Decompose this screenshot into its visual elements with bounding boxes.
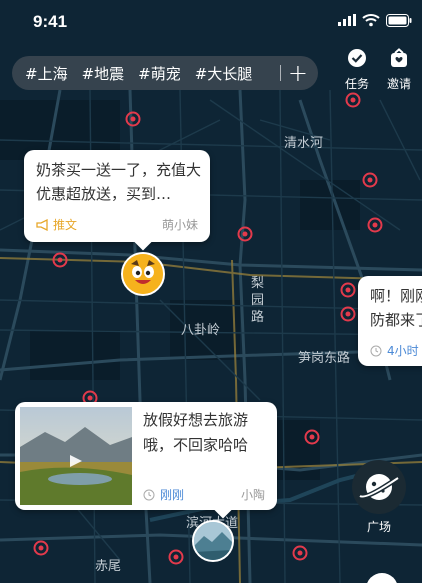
travel-post-time-label: 刚刚 [160, 488, 185, 502]
topic-tag-pets[interactable]: #萌宠 [138, 63, 181, 84]
map-label-buxiong-road: 笋岗东路 [298, 350, 350, 366]
travel-post-line-2: 哦，不回家哈哈 [143, 436, 249, 454]
post-card-type: 推文 [36, 216, 77, 233]
travel-photo[interactable] [20, 407, 132, 505]
task-check-icon [348, 49, 366, 67]
topic-bar: #上海 #地震 #萌宠 #大长腿 + [12, 56, 318, 90]
add-topic-button[interactable]: + [288, 58, 308, 88]
post-card-text: 奶茶买一送一了，充值大优惠超放送，买到… [36, 161, 202, 203]
topic-divider [280, 65, 281, 81]
travel-post-card[interactable]: 放假好想去旅游 哦，不回家哈哈 刚刚 小陶 [15, 402, 277, 519]
task-label: 任务 [344, 77, 369, 91]
signal-icon [338, 14, 356, 26]
map-label-liyuan-road: 梨 园 路 [251, 276, 264, 325]
svg-text:梨: 梨 [251, 276, 264, 291]
invite-button[interactable]: 邀请 [383, 48, 415, 92]
travel-post-author: 小陶 [240, 488, 265, 502]
plaza-button[interactable] [352, 460, 406, 514]
status-card-line-2: 防都来了 [370, 311, 422, 329]
status-card-text: 啊！刚刚 防都来了 [370, 284, 422, 332]
landscape-avatar-image [194, 522, 232, 560]
invite-label: 邀请 [386, 77, 411, 91]
task-button[interactable]: 任务 [341, 48, 373, 92]
status-card-time-label: 4小时 [387, 344, 419, 358]
status-card-line-1: 啊！刚刚 [370, 287, 422, 305]
travel-post-text: 放假好想去旅游 哦，不回家哈哈 [143, 408, 267, 458]
status-card[interactable]: 啊！刚刚 防都来了 4小时 [358, 276, 422, 366]
status-bar: 9:41 [0, 0, 422, 44]
clock-icon [370, 345, 382, 356]
invite-gift-icon [391, 48, 407, 67]
wifi-icon [362, 14, 380, 27]
topic-tag-shanghai[interactable]: #上海 [25, 63, 68, 84]
map-label-qingshuihe: 清水河 [284, 136, 323, 151]
post-card-author: 萌小妹 [161, 218, 198, 232]
topic-tag-long-legs[interactable]: #大长腿 [195, 63, 253, 84]
megaphone-icon [36, 218, 48, 231]
cartoon-mascot-icon [123, 254, 163, 294]
battery-icon [386, 13, 412, 27]
user-avatar-landscape[interactable] [192, 520, 234, 562]
map-screen: 清水河 八卦岭 笋岗东路 滨河大道 赤尾 梨 园 路 9:41 [0, 0, 422, 583]
svg-text:路: 路 [251, 309, 264, 325]
svg-text:园: 园 [251, 293, 264, 308]
status-card-time: 4小时 [370, 342, 419, 359]
travel-post-line-1: 放假好想去旅游 [143, 411, 249, 429]
map-label-baguanling: 八卦岭 [181, 323, 220, 338]
status-time: 9:41 [33, 12, 68, 31]
post-card[interactable]: 奶茶买一送一了，充值大优惠超放送，买到… 推文 萌小妹 [24, 150, 210, 251]
topic-tag-earthquake[interactable]: #地震 [82, 63, 125, 84]
clock-icon [143, 489, 155, 500]
post-card-type-label: 推文 [53, 218, 78, 232]
travel-post-time: 刚刚 [143, 486, 184, 503]
map-label-chiwei: 赤尾 [95, 559, 121, 574]
user-avatar-cartoon[interactable] [121, 252, 165, 296]
plaza-label: 广场 [366, 520, 391, 534]
planet-icon [358, 474, 400, 500]
